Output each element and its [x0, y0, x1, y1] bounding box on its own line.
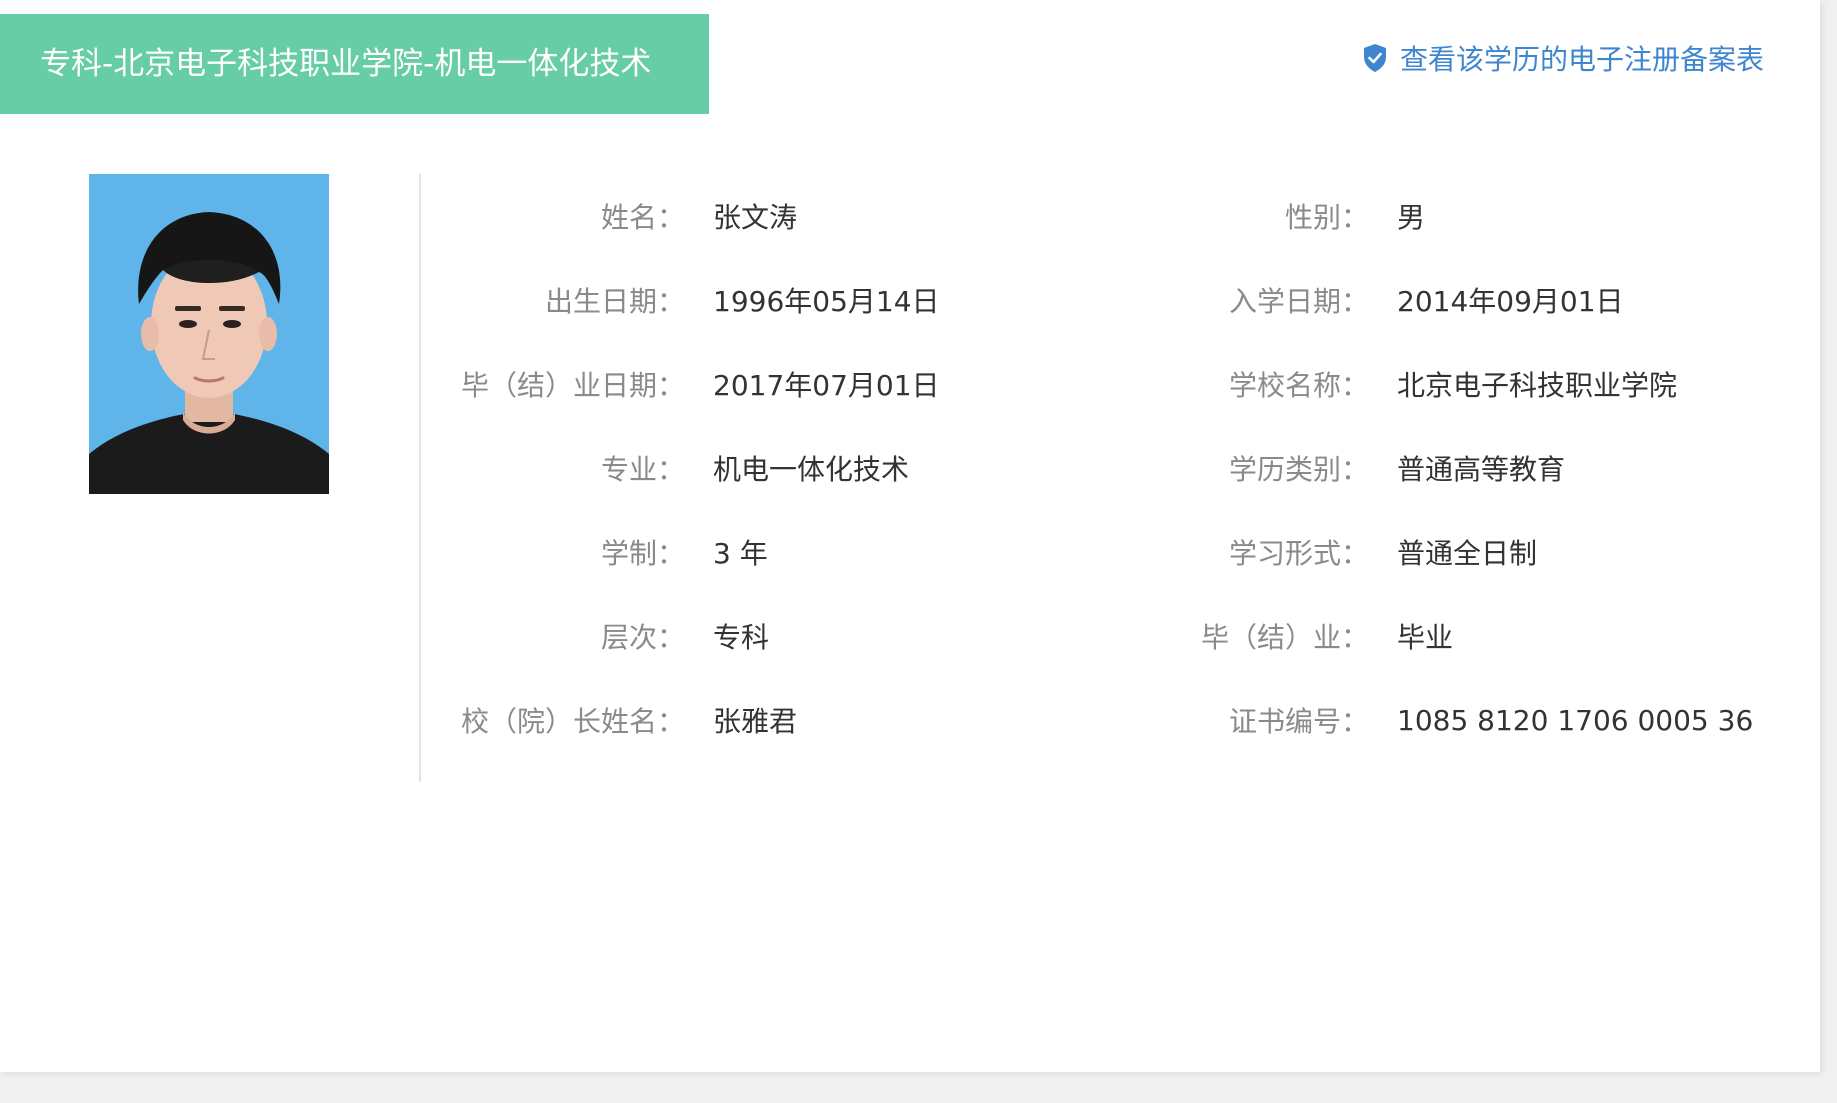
field-value: 1085 8120 1706 0005 36 — [1397, 703, 1754, 737]
field-gender: 性别： 男 — [1104, 174, 1425, 258]
field-value: 普通全日制 — [1397, 537, 1538, 570]
field-value: 普通高等教育 — [1397, 453, 1566, 486]
field-value: 3 年 — [713, 537, 768, 570]
field-label: 性别： — [1284, 201, 1369, 234]
field-education-category: 学历类别： 普通高等教育 — [1104, 426, 1565, 510]
field-duration: 学制： 3 年 — [420, 510, 768, 594]
field-label: 层次： — [600, 621, 685, 654]
field-value: 1996年05月14日 — [713, 285, 940, 318]
view-registration-record-link[interactable]: 查看该学历的电子注册备案表 — [1362, 38, 1764, 78]
field-birth-date: 出生日期： 1996年05月14日 — [420, 258, 940, 342]
field-label: 学习形式： — [1228, 537, 1369, 570]
field-value: 张雅君 — [713, 705, 798, 738]
field-enrollment-date: 入学日期： 2014年09月01日 — [1104, 258, 1624, 342]
field-label: 学历类别： — [1228, 453, 1369, 486]
field-label: 入学日期： — [1228, 285, 1369, 318]
field-value: 2017年07月01日 — [713, 369, 940, 402]
record-link-label: 查看该学历的电子注册备案表 — [1399, 43, 1764, 76]
field-major: 专业： 机电一体化技术 — [420, 426, 909, 510]
field-label: 校（院）长姓名： — [460, 705, 685, 738]
field-value: 机电一体化技术 — [713, 453, 910, 486]
field-label: 毕（结）业： — [1200, 621, 1369, 654]
field-label: 学校名称： — [1228, 369, 1369, 402]
field-graduation-status: 毕（结）业： 毕业 — [1104, 594, 1453, 678]
field-school-name: 学校名称： 北京电子科技职业学院 — [1104, 342, 1677, 426]
field-president-name: 校（院）长姓名： 张雅君 — [420, 678, 797, 762]
field-label: 专业： — [600, 453, 685, 486]
field-certificate-number: 证书编号： 1085 8120 1706 0005 36 — [1104, 678, 1753, 762]
field-label: 出生日期： — [544, 285, 685, 318]
field-value: 北京电子科技职业学院 — [1397, 369, 1678, 402]
field-value: 毕业 — [1397, 621, 1454, 654]
field-label: 学制： — [600, 537, 685, 570]
field-name: 姓名： 张文涛 — [420, 174, 797, 258]
education-record-card: 专科-北京电子科技职业学院-机电一体化技术 查看该学历的电子注册备案表 姓名： … — [0, 0, 1820, 1072]
field-value: 2014年09月01日 — [1397, 285, 1624, 318]
field-value: 专科 — [713, 621, 770, 654]
field-label: 证书编号： — [1228, 705, 1369, 738]
field-graduation-date: 毕（结）业日期： 2017年07月01日 — [420, 342, 940, 426]
field-level: 层次： 专科 — [420, 594, 769, 678]
student-photo — [89, 174, 329, 494]
field-label: 姓名： — [600, 201, 685, 234]
field-study-form: 学习形式： 普通全日制 — [1104, 510, 1537, 594]
field-label: 毕（结）业日期： — [460, 369, 685, 402]
shield-check-icon — [1362, 43, 1388, 73]
field-value: 男 — [1397, 201, 1426, 234]
education-title-banner: 专科-北京电子科技职业学院-机电一体化技术 — [0, 14, 709, 114]
field-value: 张文涛 — [713, 201, 798, 234]
